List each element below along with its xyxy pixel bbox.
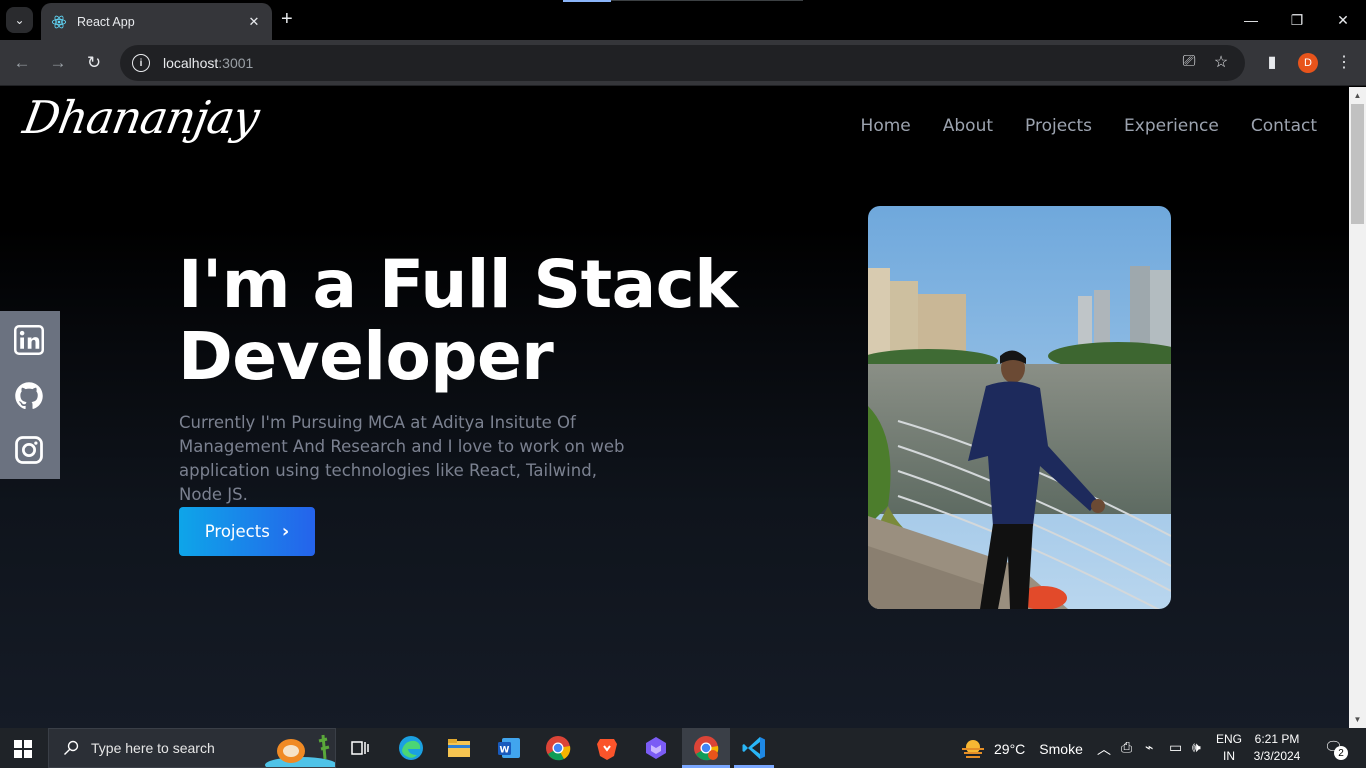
lang-region: IN xyxy=(1223,749,1235,763)
show-hidden-icons-chevron-icon[interactable]: ︿ xyxy=(1097,739,1111,759)
projects-button[interactable]: Projects › xyxy=(179,507,315,556)
hero-heading: I'm a Full Stack Developer xyxy=(178,249,738,393)
edge-icon[interactable] xyxy=(397,734,425,762)
scrollbar-thumb[interactable] xyxy=(1351,104,1364,224)
site-info-icon[interactable]: i xyxy=(132,54,150,72)
close-window-button[interactable]: ✕ xyxy=(1320,0,1366,40)
task-view-icon[interactable] xyxy=(346,734,374,762)
url-port: :3001 xyxy=(218,55,254,71)
hero-intro: Currently I'm Pursuing MCA at Aditya Ins… xyxy=(179,413,625,504)
weather-temp: 29°C xyxy=(994,741,1026,757)
tab-title: React App xyxy=(77,14,135,29)
browser-menu-icon[interactable]: ⋮ xyxy=(1333,52,1355,72)
tab-strip-indicator xyxy=(563,0,803,2)
browser-tab-bar: ⌄ React App ✕ + — ❐ ✕ xyxy=(0,0,1366,40)
clock-time: 6:21 PM xyxy=(1254,732,1300,746)
bookmark-star-icon[interactable]: ☆ xyxy=(1211,52,1231,72)
chrome-profile-icon[interactable] xyxy=(692,734,720,762)
page-scrollbar[interactable]: ▲ ▼ xyxy=(1349,87,1366,728)
reload-button[interactable]: ↻ xyxy=(81,50,107,76)
battery-icon[interactable]: ▭ xyxy=(1169,739,1182,756)
chevron-right-icon: › xyxy=(281,521,290,542)
weather-haze-icon xyxy=(962,740,984,758)
meet-now-icon[interactable]: ⎙ xyxy=(1121,739,1132,756)
search-highlight-illustration-icon xyxy=(265,734,335,767)
word-icon[interactable]: W xyxy=(495,734,523,762)
notification-count: 2 xyxy=(1334,746,1348,760)
side-panel-icon[interactable]: ▮ xyxy=(1261,52,1283,72)
chrome-icon[interactable] xyxy=(544,734,572,762)
windows-taskbar: Type here to search W 29°C Smoke ︿ ⎙ ⌁ ▭… xyxy=(0,728,1366,768)
nav-home[interactable]: Home xyxy=(861,116,911,136)
tab-search-button[interactable]: ⌄ xyxy=(6,7,33,33)
main-nav: Home About Projects Experience Contact xyxy=(861,116,1317,136)
projects-button-label: Projects xyxy=(204,522,270,541)
social-sidebar xyxy=(0,311,60,479)
profile-avatar[interactable]: D xyxy=(1298,53,1318,73)
page-viewport: Dhananjay Home About Projects Experience… xyxy=(0,87,1349,728)
taskbar-clock[interactable]: 6:21 PM 3/3/2024 xyxy=(1246,731,1308,765)
windows-start-icon[interactable] xyxy=(14,740,32,758)
lang-code: ENG xyxy=(1216,732,1243,746)
svg-text:W: W xyxy=(500,746,510,756)
weather-widget[interactable]: 29°C Smoke xyxy=(960,738,1083,760)
new-tab-button[interactable]: + xyxy=(281,9,293,29)
nav-experience[interactable]: Experience xyxy=(1124,116,1219,136)
minimize-button[interactable]: — xyxy=(1228,0,1274,40)
back-button[interactable]: ← xyxy=(9,50,35,76)
nav-contact[interactable]: Contact xyxy=(1251,116,1317,136)
hero-heading-line1: I'm a Full Stack xyxy=(178,246,738,323)
address-bar[interactable]: i localhost:3001 xyxy=(120,45,1245,81)
volume-icon[interactable]: 🕪 xyxy=(1192,739,1201,756)
github-icon[interactable] xyxy=(14,381,44,411)
instagram-icon[interactable] xyxy=(14,435,44,465)
restore-button[interactable]: ❐ xyxy=(1274,0,1320,40)
weather-desc: Smoke xyxy=(1039,741,1083,757)
search-icon xyxy=(64,740,79,755)
linkedin-icon[interactable] xyxy=(14,325,44,355)
brave-icon[interactable] xyxy=(593,734,621,762)
browser-toolbar: ← → ↻ i localhost:3001 ⎚ ☆ ▮ D ⋮ xyxy=(0,40,1366,86)
network-icon[interactable]: ⌁ xyxy=(1145,739,1153,756)
search-placeholder: Type here to search xyxy=(91,740,215,756)
browser-tab-active[interactable]: React App ✕ xyxy=(41,3,272,40)
nav-about[interactable]: About xyxy=(943,116,993,136)
vscode-icon[interactable] xyxy=(740,734,768,762)
file-explorer-icon[interactable] xyxy=(445,734,473,762)
forward-button[interactable]: → xyxy=(45,50,71,76)
nav-projects[interactable]: Projects xyxy=(1025,116,1092,136)
install-app-icon[interactable]: ⎚ xyxy=(1179,53,1199,71)
power-automate-icon[interactable] xyxy=(642,734,670,762)
url-host: localhost xyxy=(163,55,219,71)
clock-date: 3/3/2024 xyxy=(1253,749,1301,763)
site-logo[interactable]: Dhananjay xyxy=(19,91,262,144)
hero-heading-line2: Developer xyxy=(178,318,554,395)
react-favicon-icon xyxy=(51,15,67,28)
taskbar-search-box[interactable]: Type here to search xyxy=(48,728,336,768)
scroll-down-arrow-icon[interactable]: ▼ xyxy=(1349,711,1366,728)
input-language[interactable]: ENG IN xyxy=(1216,731,1242,765)
scroll-up-arrow-icon[interactable]: ▲ xyxy=(1349,87,1366,104)
close-tab-icon[interactable]: ✕ xyxy=(246,14,262,30)
profile-photo xyxy=(868,206,1171,609)
notifications-button[interactable]: 🗨 2 xyxy=(1324,738,1348,760)
